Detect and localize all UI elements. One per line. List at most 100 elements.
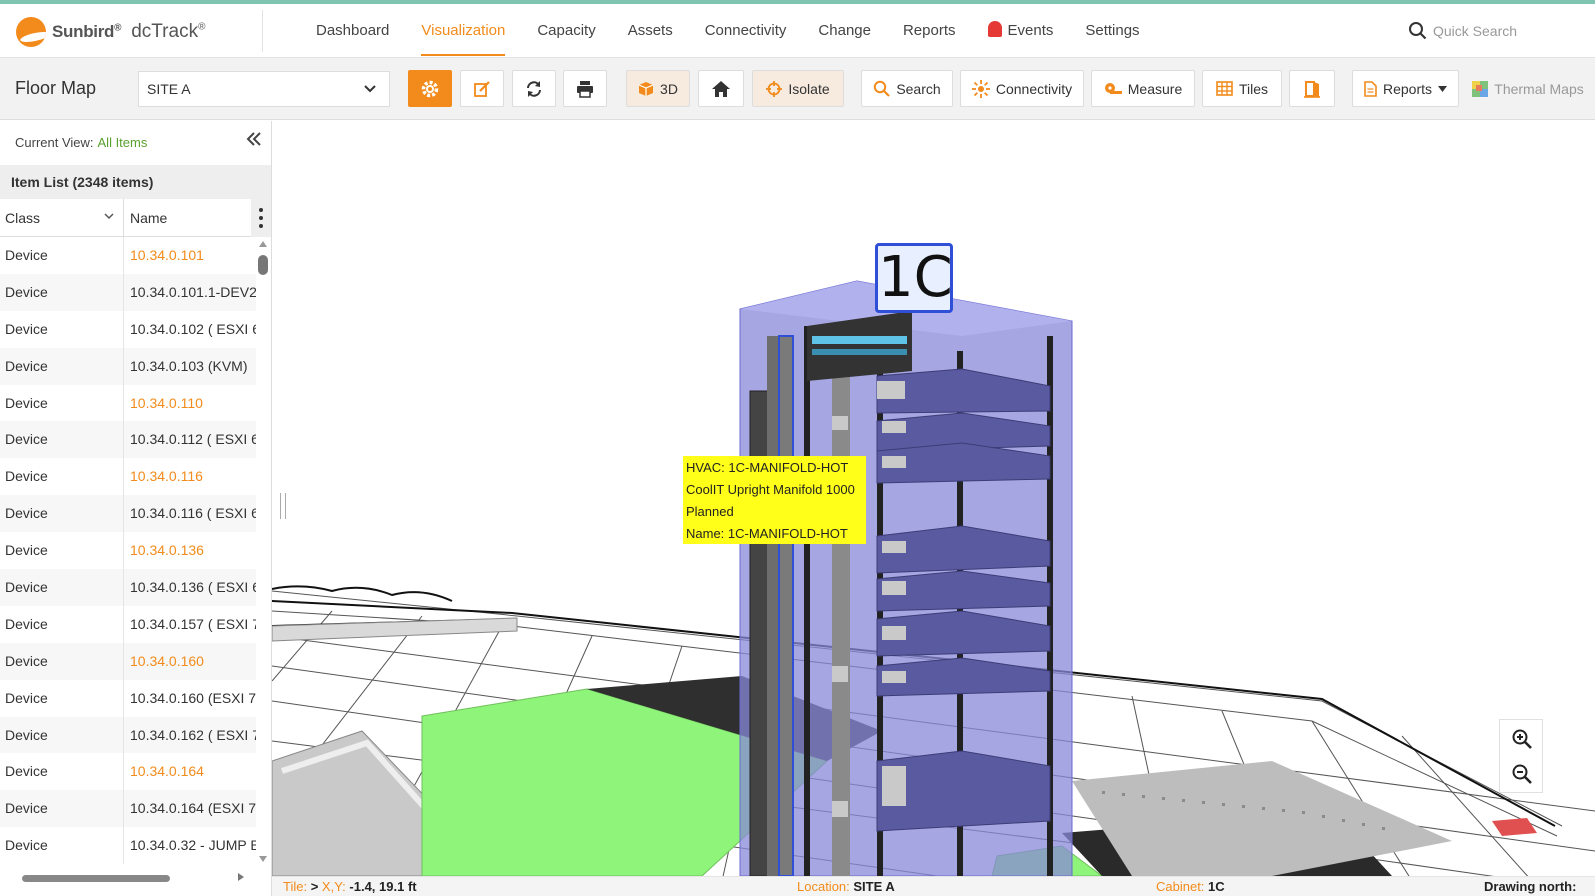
list-item[interactable]: Device 10.34.0.157 ( ESXI 7. xyxy=(0,605,256,643)
scroll-down-icon[interactable] xyxy=(259,856,267,862)
bell-icon xyxy=(987,21,1002,37)
tooltip-line: Planned xyxy=(686,504,734,519)
list-item-name: 10.34.0.162 ( ESXI 7. xyxy=(130,726,256,743)
nav-dashboard[interactable]: Dashboard xyxy=(300,4,405,58)
list-item[interactable]: Device 10.34.0.136 ( ESXI 6. xyxy=(0,569,256,606)
main-nav: Dashboard Visualization Capacity Assets … xyxy=(300,4,1156,58)
list-item[interactable]: Device 10.34.0.116 xyxy=(0,458,256,496)
settings-button[interactable] xyxy=(408,70,452,107)
home-button[interactable] xyxy=(698,70,744,107)
list-item[interactable]: Device 10.34.0.160 xyxy=(0,642,256,680)
chevron-down-icon[interactable] xyxy=(104,213,114,221)
nav-settings[interactable]: Settings xyxy=(1069,4,1155,58)
status-location-value: SITE A xyxy=(853,879,895,894)
site-select[interactable]: SITE A xyxy=(138,71,390,107)
column-separator xyxy=(123,495,124,533)
list-item-name[interactable]: 10.34.0.160 xyxy=(130,653,256,669)
nav-events[interactable]: Events xyxy=(972,4,1070,58)
list-item[interactable]: Device 10.34.0.116 ( ESXI 6. xyxy=(0,495,256,533)
list-item[interactable]: Device 10.34.0.103 (KVM) xyxy=(0,347,256,385)
search-button-label: Search xyxy=(896,80,941,97)
collapse-panel-icon[interactable] xyxy=(246,131,262,147)
thermal-maps-button[interactable]: Thermal Maps xyxy=(1464,70,1592,107)
quick-search-input[interactable]: Quick Search xyxy=(1433,23,1517,39)
list-item[interactable]: Device 10.34.0.164 (ESXI 7.( xyxy=(0,790,256,828)
column-header-class[interactable]: Class xyxy=(5,210,40,226)
cube-icon xyxy=(638,81,654,96)
item-list-scrollbar[interactable] xyxy=(256,237,271,862)
list-item-name[interactable]: 10.34.0.136 xyxy=(130,542,256,558)
nav-capacity[interactable]: Capacity xyxy=(521,4,611,58)
zoom-controls xyxy=(1499,719,1543,793)
measure-button[interactable]: Measure xyxy=(1091,70,1195,107)
list-item-name: 10.34.0.157 ( ESXI 7. xyxy=(130,615,256,632)
floor-map-3d-view[interactable]: 1C HVAC: 1C-MANIFOLD-HOT CoolIT Upright … xyxy=(272,121,1595,876)
cabinet-label[interactable]: 1C xyxy=(875,243,953,313)
nav-reports[interactable]: Reports xyxy=(887,4,972,58)
status-tile: Tile: > X,Y: -1.4, 19.1 ft xyxy=(283,879,417,894)
home-icon xyxy=(712,80,730,97)
nav-change[interactable]: Change xyxy=(802,4,887,58)
list-item-name[interactable]: 10.34.0.164 xyxy=(130,763,256,779)
column-header-name[interactable]: Name xyxy=(130,210,167,226)
list-item[interactable]: Device 10.34.0.101.1-DEV2 xyxy=(0,273,256,311)
nav-assets[interactable]: Assets xyxy=(612,4,689,58)
crosshair-icon xyxy=(766,80,783,97)
item-list-title: Item List (2348 items) xyxy=(0,165,271,199)
list-item[interactable]: Device 10.34.0.136 xyxy=(0,532,256,570)
list-item[interactable]: Device 10.34.0.160 (ESXI 7.( xyxy=(0,679,256,717)
list-item[interactable]: Device 10.34.0.110 xyxy=(0,384,256,422)
list-item-class: Device xyxy=(5,800,48,817)
floor-map-toolbar: Floor Map SITE A 3D Isolate Search Conne… xyxy=(0,58,1595,120)
search-button[interactable]: Search xyxy=(861,70,953,107)
scroll-right-icon[interactable] xyxy=(238,873,244,881)
list-item[interactable]: Device 10.34.0.32 - JUMP B xyxy=(0,827,256,865)
tooltip-line: CoolIT Upright Manifold 1000 xyxy=(686,482,855,497)
door-icon xyxy=(1304,80,1320,98)
list-item-class: Device xyxy=(5,431,48,448)
list-item-class: Device xyxy=(5,615,48,632)
item-list-panel: Current View: All Items Item List (2348 i… xyxy=(0,121,272,896)
tiles-button[interactable]: Tiles xyxy=(1202,70,1282,107)
print-button[interactable] xyxy=(563,70,607,107)
connectivity-button[interactable]: Connectivity xyxy=(960,70,1084,107)
tape-measure-icon xyxy=(1104,82,1122,94)
column-menu-button[interactable] xyxy=(251,199,271,237)
edit-button[interactable] xyxy=(460,70,504,107)
horizontal-scrollbar-thumb[interactable] xyxy=(22,875,170,882)
column-separator xyxy=(123,421,124,459)
list-item[interactable]: Device 10.34.0.102 ( ESXI 6. xyxy=(0,310,256,348)
3d-button[interactable]: 3D xyxy=(626,70,690,107)
column-separator xyxy=(123,237,124,274)
column-separator xyxy=(123,310,124,348)
item-list-horizontal-scrollbar[interactable] xyxy=(0,872,256,884)
current-view-value[interactable]: All Items xyxy=(98,135,148,150)
list-item[interactable]: Device 10.34.0.164 xyxy=(0,753,256,791)
zoom-out-icon[interactable] xyxy=(1510,762,1534,786)
thermal-maps-label: Thermal Maps xyxy=(1494,80,1584,97)
list-item[interactable]: Device 10.34.0.101 xyxy=(0,237,256,274)
refresh-button[interactable] xyxy=(512,70,556,107)
isolate-button[interactable]: Isolate xyxy=(752,70,844,107)
status-location: Location: SITE A xyxy=(797,879,895,894)
nav-connectivity[interactable]: Connectivity xyxy=(689,4,803,58)
zoom-in-icon[interactable] xyxy=(1510,727,1534,751)
nav-visualization[interactable]: Visualization xyxy=(405,4,521,58)
current-view: Current View: All Items xyxy=(15,135,147,150)
door-button[interactable] xyxy=(1289,70,1335,107)
list-item[interactable]: Device 10.34.0.112 ( ESXI 6. xyxy=(0,421,256,459)
reports-dropdown-button[interactable]: Reports xyxy=(1352,70,1459,107)
app-logo[interactable]: Sunbird® dcTrack® xyxy=(16,16,205,48)
3d-scene[interactable] xyxy=(272,121,1595,876)
current-view-label: Current View: xyxy=(15,135,94,150)
quick-search[interactable]: Quick Search xyxy=(1408,21,1517,40)
list-item-name[interactable]: 10.34.0.110 xyxy=(130,395,256,411)
panel-resize-handle[interactable] xyxy=(280,493,286,519)
list-item-name[interactable]: 10.34.0.101 xyxy=(130,247,256,263)
status-location-label: Location: xyxy=(797,879,850,894)
list-item-name[interactable]: 10.34.0.116 xyxy=(130,468,256,484)
list-item[interactable]: Device 10.34.0.162 ( ESXI 7. xyxy=(0,716,256,754)
scrollbar-thumb[interactable] xyxy=(258,255,268,275)
header-divider xyxy=(262,10,263,52)
scroll-up-icon[interactable] xyxy=(259,241,267,247)
